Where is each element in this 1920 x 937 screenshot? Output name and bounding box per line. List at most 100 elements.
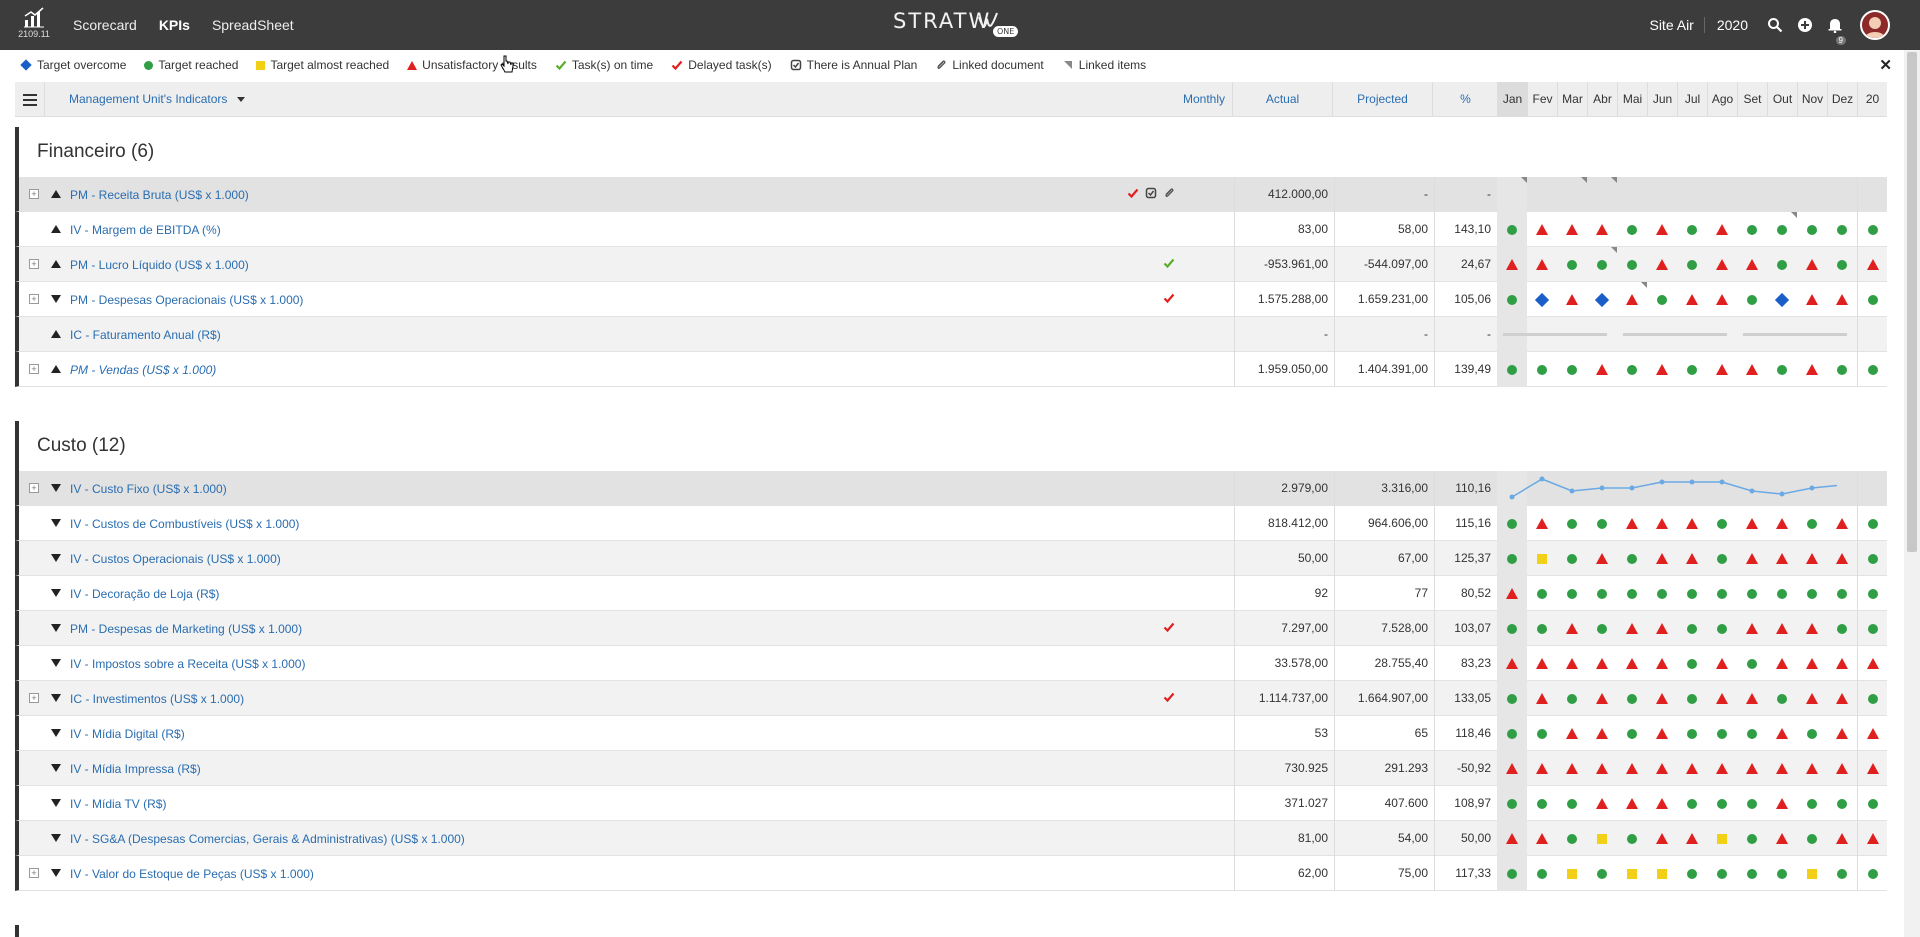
month-cell[interactable]: [1767, 716, 1797, 751]
month-cell[interactable]: [1587, 716, 1617, 751]
col-projected[interactable]: Projected: [1332, 82, 1432, 117]
year-total-cell[interactable]: [1857, 282, 1888, 317]
month-cell[interactable]: [1677, 352, 1707, 387]
month-cell[interactable]: [1737, 786, 1767, 821]
month-header[interactable]: Jul: [1677, 82, 1707, 117]
month-cell[interactable]: [1617, 856, 1647, 891]
month-cell[interactable]: [1617, 751, 1647, 786]
indicator-name[interactable]: PM - Despesas Operacionais (US$ x 1.000): [70, 293, 303, 307]
month-cell[interactable]: [1647, 576, 1677, 611]
year-total-cell[interactable]: [1857, 611, 1888, 646]
month-cell[interactable]: [1497, 646, 1527, 681]
indicator-name[interactable]: IV - Valor do Estoque de Peças (US$ x 1.…: [70, 867, 314, 881]
month-cell[interactable]: [1557, 786, 1587, 821]
month-cell[interactable]: [1707, 751, 1737, 786]
month-cell[interactable]: [1587, 646, 1617, 681]
month-cell[interactable]: [1557, 506, 1587, 541]
table-row[interactable]: + IV - Custo Fixo (US$ x 1.000) 2.979,00 3.…: [15, 471, 1887, 506]
month-cell[interactable]: [1647, 751, 1677, 786]
month-cell[interactable]: [1497, 611, 1527, 646]
month-cell[interactable]: [1767, 177, 1797, 212]
month-cell[interactable]: [1797, 716, 1827, 751]
indicator-name[interactable]: PM - Vendas (US$ x 1.000): [70, 363, 216, 377]
month-cell[interactable]: [1647, 611, 1677, 646]
table-row[interactable]: IC - Faturamento Anual (R$) - - -: [15, 317, 1887, 352]
year-total-cell[interactable]: [1857, 506, 1888, 541]
month-cell[interactable]: [1677, 681, 1707, 716]
month-cell[interactable]: [1557, 646, 1587, 681]
month-cell[interactable]: [1797, 212, 1827, 247]
period-selector[interactable]: Monthly: [1169, 82, 1239, 117]
table-row[interactable]: IV - Mídia TV (R$) 371.027 407.600 108,97: [15, 786, 1887, 821]
month-cell[interactable]: [1797, 541, 1827, 576]
indicator-name[interactable]: PM - Despesas de Marketing (US$ x 1.000): [70, 622, 302, 636]
expand-icon[interactable]: +: [29, 294, 39, 304]
month-cell[interactable]: [1647, 681, 1677, 716]
year-total-cell[interactable]: [1857, 751, 1888, 786]
month-cell[interactable]: [1497, 576, 1527, 611]
month-cell[interactable]: [1527, 856, 1557, 891]
month-cell[interactable]: [1527, 646, 1557, 681]
table-row[interactable]: + PM - Receita Bruta (US$ x 1.000) 412.000…: [15, 177, 1887, 212]
month-cell[interactable]: [1527, 821, 1557, 856]
month-cell[interactable]: [1797, 856, 1827, 891]
paperclip-icon[interactable]: [1163, 187, 1175, 202]
month-cell[interactable]: [1737, 177, 1767, 212]
month-cell[interactable]: [1557, 576, 1587, 611]
month-cell[interactable]: [1677, 856, 1707, 891]
month-cell[interactable]: [1737, 856, 1767, 891]
month-cell[interactable]: [1767, 576, 1797, 611]
avatar[interactable]: [1860, 10, 1890, 40]
month-cell[interactable]: [1527, 247, 1557, 282]
month-cell[interactable]: [1737, 646, 1767, 681]
month-cell[interactable]: [1647, 646, 1677, 681]
month-cell[interactable]: [1707, 786, 1737, 821]
month-cell[interactable]: [1797, 681, 1827, 716]
month-cell[interactable]: [1707, 352, 1737, 387]
month-cell[interactable]: [1737, 821, 1767, 856]
month-cell[interactable]: [1557, 681, 1587, 716]
on-time-task-icon[interactable]: [1163, 257, 1175, 272]
month-cell[interactable]: [1737, 681, 1767, 716]
month-cell[interactable]: [1587, 576, 1617, 611]
month-cell[interactable]: [1707, 506, 1737, 541]
app-logo[interactable]: 2109.11: [14, 6, 54, 46]
month-cell[interactable]: [1677, 611, 1707, 646]
expand-icon[interactable]: +: [29, 259, 39, 269]
month-cell[interactable]: [1527, 212, 1557, 247]
month-cell[interactable]: [1737, 247, 1767, 282]
month-cell[interactable]: [1617, 786, 1647, 821]
month-cell[interactable]: [1827, 506, 1857, 541]
annual-plan-icon[interactable]: [1145, 187, 1157, 202]
month-cell[interactable]: [1617, 541, 1647, 576]
month-cell[interactable]: [1797, 247, 1827, 282]
month-cell[interactable]: [1737, 506, 1767, 541]
month-cell[interactable]: [1767, 541, 1797, 576]
month-cell[interactable]: [1647, 282, 1677, 317]
month-cell[interactable]: [1827, 611, 1857, 646]
indicator-name[interactable]: IV - Mídia TV (R$): [70, 797, 166, 811]
delayed-task-icon[interactable]: [1127, 187, 1139, 202]
month-header[interactable]: Mai: [1617, 82, 1647, 117]
notifications-button[interactable]: 9: [1820, 0, 1850, 50]
month-cell[interactable]: [1497, 856, 1527, 891]
indicator-name[interactable]: IC - Investimentos (US$ x 1.000): [70, 692, 244, 706]
month-cell[interactable]: [1797, 821, 1827, 856]
month-cell[interactable]: [1827, 282, 1857, 317]
year-total-cell[interactable]: [1857, 352, 1888, 387]
month-header[interactable]: 20: [1857, 82, 1887, 117]
month-cell[interactable]: [1827, 646, 1857, 681]
month-cell[interactable]: [1827, 716, 1857, 751]
month-cell[interactable]: [1797, 786, 1827, 821]
month-cell[interactable]: [1647, 506, 1677, 541]
month-cell[interactable]: [1587, 541, 1617, 576]
col-percent[interactable]: %: [1432, 82, 1498, 117]
month-cell[interactable]: [1767, 751, 1797, 786]
month-cell[interactable]: [1647, 856, 1677, 891]
month-cell[interactable]: [1767, 247, 1797, 282]
month-cell[interactable]: [1827, 177, 1857, 212]
month-cell[interactable]: [1767, 681, 1797, 716]
month-cell[interactable]: [1767, 856, 1797, 891]
expand-icon[interactable]: +: [29, 364, 39, 374]
table-row[interactable]: IV - Custos Operacionais (US$ x 1.000) 50…: [15, 541, 1887, 576]
